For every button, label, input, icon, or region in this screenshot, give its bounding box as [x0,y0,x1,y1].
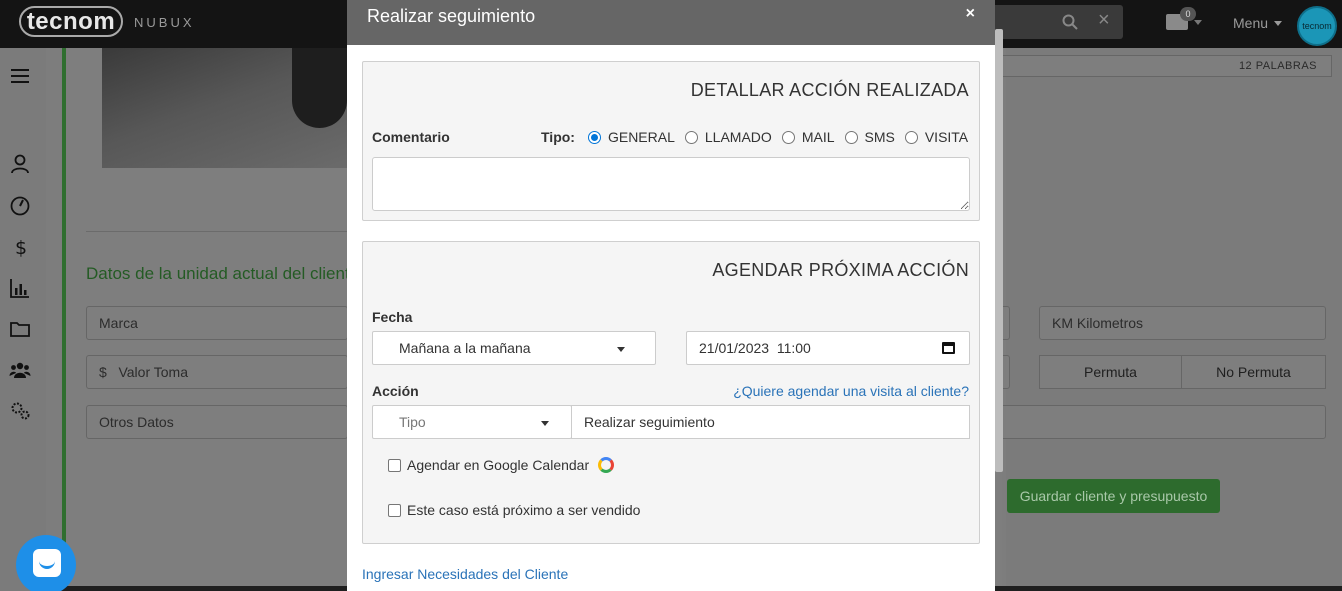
chevron-down-icon [617,347,625,352]
near-sale-checkbox-row[interactable]: Este caso está próximo a ser vendido [388,502,640,518]
datetime-value: 21/01/2023 11:00 [699,340,811,356]
radio-llamado[interactable]: LLAMADO [684,129,772,145]
action-type-select[interactable]: Tipo [372,405,572,439]
bar-chart-icon[interactable] [9,277,31,299]
radio-circle[interactable] [904,130,918,144]
divider [86,231,348,232]
datetime-input[interactable]: 21/01/2023 11:00 [686,331,970,365]
km-input[interactable]: KM Kilometros [1039,306,1326,340]
google-icon [598,457,615,473]
radio-visita[interactable]: VISITA [904,129,968,145]
valor-toma-input[interactable]: $ Valor Toma [86,355,348,389]
currency-symbol: $ [99,364,107,380]
radio-circle[interactable] [781,130,795,144]
fecha-label: Fecha [372,309,413,325]
calendar-icon[interactable] [942,342,955,354]
chevron-down-icon[interactable] [1274,21,1282,26]
modal-scrollbar[interactable] [995,29,1003,472]
hamburger-menu-icon[interactable] [9,65,31,87]
google-calendar-checkbox[interactable] [388,458,401,472]
marca-input[interactable]: Marca [86,306,348,340]
schedule-visit-link[interactable]: ¿Quiere agendar una visita al cliente? [733,383,969,399]
radio-circle[interactable] [844,130,858,144]
radio-general[interactable]: GENERAL [587,129,675,145]
comment-label: Comentario [372,129,450,145]
gauge-icon[interactable] [9,195,31,217]
svg-text:$: $ [15,237,27,258]
logo-subtitle: NUBUX [134,15,195,30]
radio-sms[interactable]: SMS [844,129,895,145]
action-type-value: Tipo [399,414,426,430]
clear-search-icon[interactable]: × [1098,9,1110,32]
near-sale-label: Este caso está próximo a ser vendido [407,502,641,518]
chat-support-button[interactable] [16,535,76,591]
schedule-panel-title: AGENDAR PRÓXIMA ACCIÓN [712,260,969,280]
user-icon[interactable] [9,153,31,175]
permuta-button[interactable]: Permuta [1039,355,1182,389]
accion-label: Acción [372,383,419,399]
top-search-box[interactable]: × [992,5,1123,39]
menu-button[interactable]: Menu [1233,15,1268,31]
modal-title: Realizar seguimiento [367,6,536,26]
close-icon[interactable]: × [966,5,975,23]
valor-toma-placeholder: Valor Toma [118,364,188,380]
schedule-action-panel: AGENDAR PRÓXIMA ACCIÓN Fecha Mañana a la… [362,241,980,544]
settings-gears-icon[interactable] [9,400,31,422]
fecha-select-value: Mañana a la mañana [399,340,531,356]
modal-header: Realizar seguimiento × [347,0,995,45]
near-sale-checkbox[interactable] [388,503,401,517]
sidebar: $ [0,48,46,591]
google-calendar-checkbox-row[interactable]: Agendar en Google Calendar [388,457,615,473]
users-icon[interactable] [9,359,31,381]
vehicle-tire [292,48,347,128]
word-count: 12 PALABRAS [1000,55,1332,77]
no-permuta-button[interactable]: No Permuta [1181,355,1326,389]
save-client-button[interactable]: Guardar cliente y presupuesto [1007,479,1220,513]
radio-mail[interactable]: MAIL [781,129,835,145]
detail-action-panel: DETALLAR ACCIÓN REALIZADA Comentario Tip… [362,61,980,221]
dollar-icon[interactable]: $ [9,236,31,258]
section-title: Datos de la unidad actual del cliente [86,264,348,283]
radio-circle-checked[interactable] [587,130,601,144]
chevron-down-icon [541,421,549,426]
radio-circle[interactable] [684,130,698,144]
detail-panel-title: DETALLAR ACCIÓN REALIZADA [690,80,969,100]
otros-datos-input[interactable]: Otros Datos [86,405,348,439]
fecha-select[interactable]: Mañana a la mañana [372,331,656,365]
action-description-input[interactable]: Realizar seguimiento [571,405,970,439]
tipo-radio-group: Tipo: GENERAL LLAMADO MAIL SMS VISITA [541,129,968,145]
mail-count-badge: 0 [1180,7,1196,21]
search-icon[interactable] [1062,14,1078,30]
avatar[interactable]: tecnom [1297,6,1337,46]
follow-up-modal: Realizar seguimiento × DETALLAR ACCIÓN R… [347,0,995,591]
folder-icon[interactable] [9,318,31,340]
chevron-down-icon[interactable] [1194,20,1202,25]
tecnom-logo[interactable]: tecnom [19,6,123,37]
google-calendar-label: Agendar en Google Calendar [407,457,590,473]
tipo-label: Tipo: [541,129,575,145]
comment-textarea[interactable] [372,157,970,211]
client-needs-link[interactable]: Ingresar Necesidades del Cliente [362,566,568,582]
background-field-edge [995,405,1326,439]
